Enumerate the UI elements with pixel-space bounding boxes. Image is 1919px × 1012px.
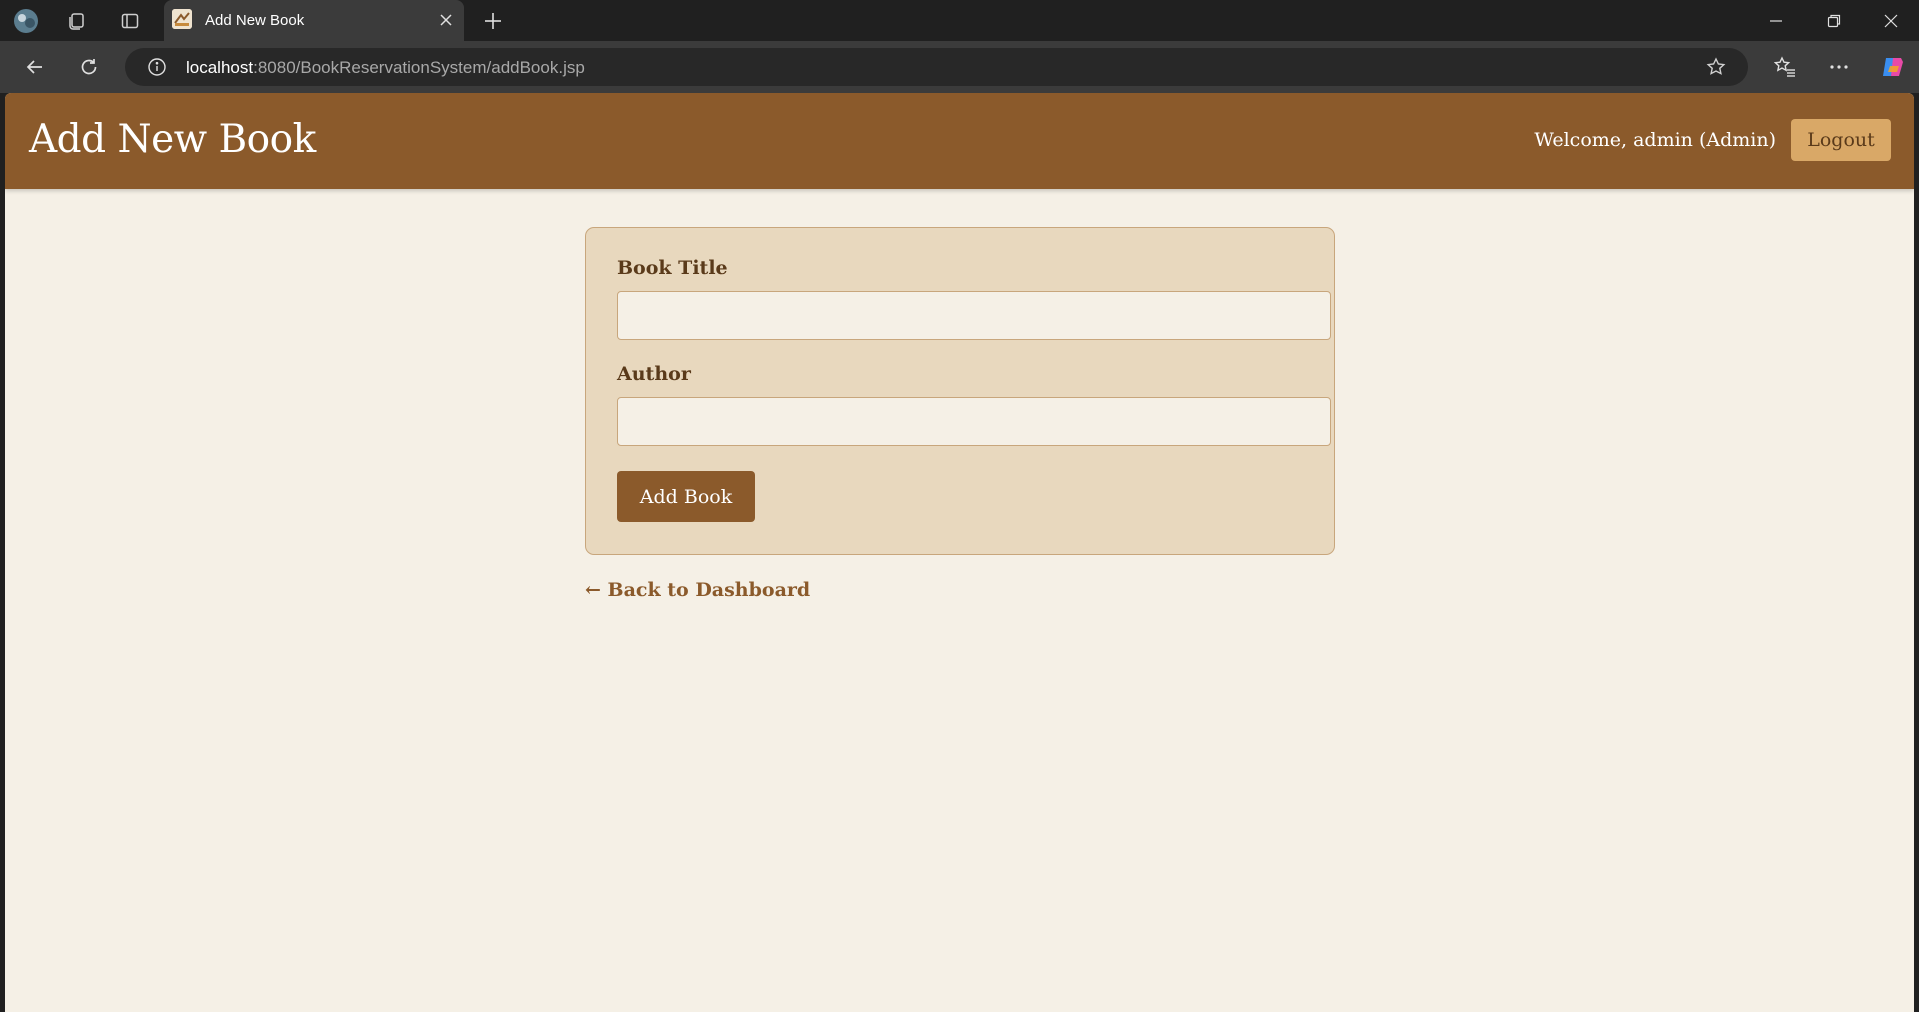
back-to-dashboard-link[interactable]: ← Back to Dashboard	[585, 579, 810, 601]
close-icon[interactable]	[435, 9, 457, 31]
page-title: Add New Book	[29, 117, 316, 162]
browser-tab-bar: Add New Book	[0, 0, 1919, 41]
add-book-form: Book Title Author Add Book	[585, 227, 1335, 555]
active-tab[interactable]: Add New Book	[164, 0, 464, 41]
copilot-icon[interactable]	[1877, 51, 1909, 83]
workspaces-icon[interactable]	[64, 8, 90, 34]
add-book-button[interactable]: Add Book	[617, 471, 755, 522]
url-text[interactable]: localhost:8080/BookReservationSystem/add…	[186, 58, 585, 78]
info-icon[interactable]	[147, 57, 167, 77]
app-header: Add New Book Welcome, admin (Admin) Logo…	[5, 93, 1914, 189]
logout-button[interactable]: Logout	[1791, 119, 1891, 161]
author-label: Author	[617, 363, 691, 385]
url-path: :8080/BookReservationSystem/addBook.jsp	[253, 58, 585, 77]
browser-toolbar: localhost:8080/BookReservationSystem/add…	[0, 41, 1919, 93]
url-host: localhost	[186, 58, 254, 77]
tab-actions-icon[interactable]	[117, 8, 143, 34]
welcome-text: Welcome, admin (Admin)	[1534, 129, 1776, 151]
window-close-icon[interactable]	[1863, 0, 1919, 41]
back-arrow-icon[interactable]	[19, 51, 51, 83]
star-icon[interactable]	[1705, 56, 1727, 78]
minimize-icon[interactable]	[1748, 0, 1804, 41]
refresh-icon[interactable]	[73, 51, 105, 83]
favorites-icon[interactable]	[1769, 51, 1801, 83]
book-title-label: Book Title	[617, 257, 728, 279]
favicon-icon	[172, 9, 192, 29]
plus-icon[interactable]	[480, 8, 506, 34]
page-viewport: Add New Book Welcome, admin (Admin) Logo…	[5, 93, 1914, 1012]
book-title-input[interactable]	[617, 291, 1331, 340]
author-input[interactable]	[617, 397, 1331, 446]
more-icon[interactable]	[1823, 51, 1855, 83]
profile-avatar-icon[interactable]	[13, 8, 39, 34]
tab-title: Add New Book	[205, 12, 305, 29]
restore-icon[interactable]	[1806, 0, 1862, 41]
address-bar[interactable]: localhost:8080/BookReservationSystem/add…	[125, 48, 1748, 86]
